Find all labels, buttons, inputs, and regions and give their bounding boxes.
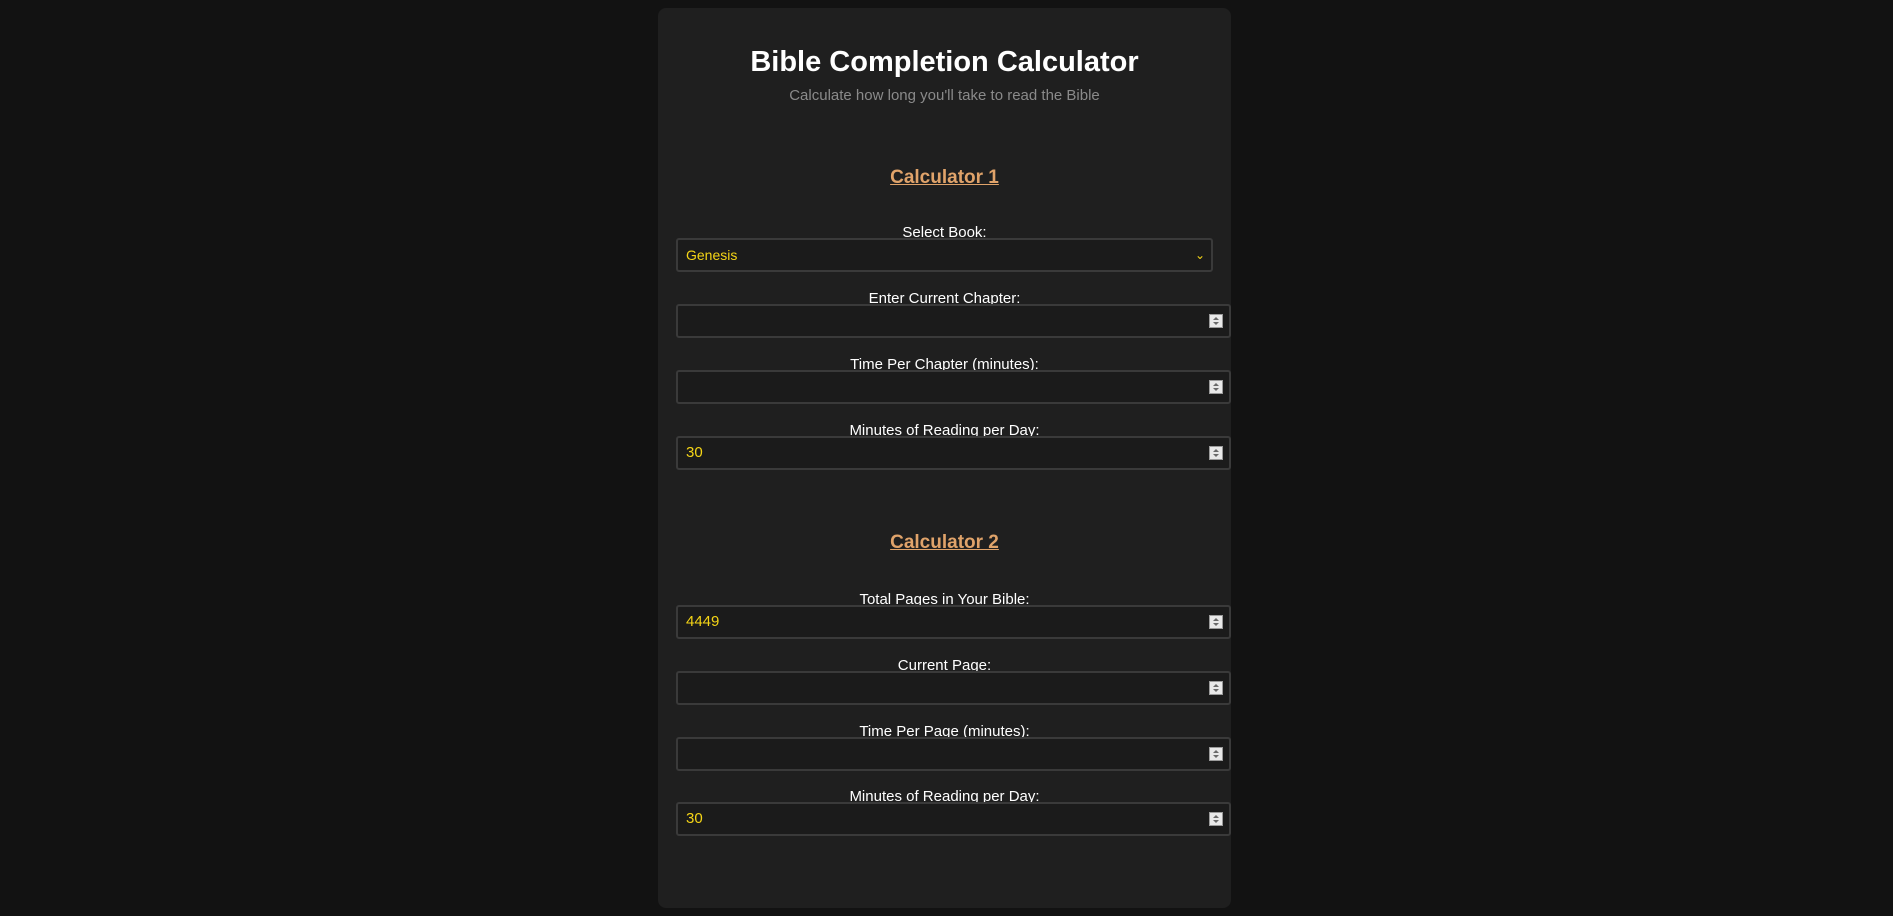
spinner-icon[interactable] <box>1209 747 1223 761</box>
current-page-input[interactable] <box>676 671 1231 705</box>
minutes-per-day-input-1[interactable]: 30 <box>676 436 1231 470</box>
minutes-per-day-input-2[interactable]: 30 <box>676 802 1231 836</box>
spinner-icon[interactable] <box>1209 812 1223 826</box>
spinner-icon[interactable] <box>1209 446 1223 460</box>
total-pages-input-value: 4449 <box>686 613 720 630</box>
minutes-per-day-input-1-value: 30 <box>686 444 703 461</box>
chevron-down-icon: ⌄ <box>1194 248 1205 262</box>
time-per-chapter-input[interactable] <box>676 370 1231 404</box>
book-select-value: Genesis <box>686 247 738 263</box>
chapter-input[interactable] <box>676 304 1231 338</box>
spinner-icon[interactable] <box>1209 314 1223 328</box>
spinner-icon[interactable] <box>1209 615 1223 629</box>
calculator-2-heading: Calculator 2 <box>890 532 999 553</box>
minutes-per-day-input-2-value: 30 <box>686 810 703 827</box>
time-per-page-input[interactable] <box>676 737 1231 771</box>
calculator-1-heading: Calculator 1 <box>890 167 999 188</box>
page-subtitle: Calculate how long you'll take to read t… <box>789 87 1100 104</box>
book-select[interactable]: Genesis ⌄ <box>676 238 1213 272</box>
total-pages-input[interactable]: 4449 <box>676 605 1231 639</box>
calculator-card: Bible Completion Calculator Calculate ho… <box>658 8 1231 908</box>
page-title: Bible Completion Calculator <box>750 46 1139 78</box>
spinner-icon[interactable] <box>1209 380 1223 394</box>
spinner-icon[interactable] <box>1209 681 1223 695</box>
